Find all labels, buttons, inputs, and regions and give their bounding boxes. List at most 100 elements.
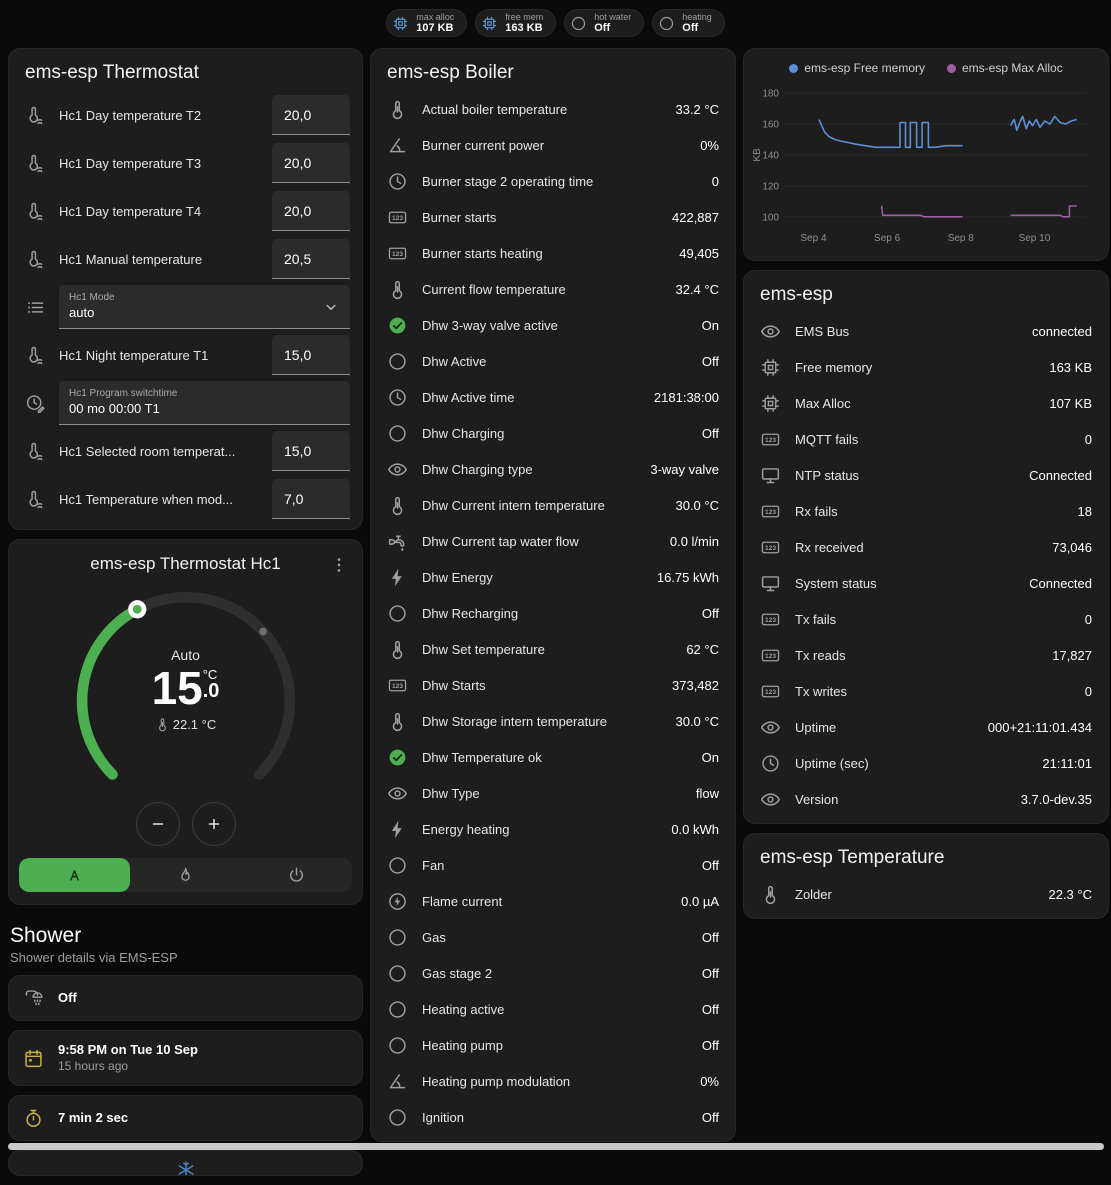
badge-value: 107 KB: [416, 22, 454, 35]
temperature-rows: Zolder 22.3 °C: [744, 876, 1108, 912]
entity-row[interactable]: Dhw Active Off: [371, 343, 735, 379]
number-input[interactable]: 20,0: [272, 191, 350, 231]
number-input[interactable]: 20,0: [272, 95, 350, 135]
number-input[interactable]: 20,0: [272, 143, 350, 183]
entity-label: NTP status: [795, 468, 1015, 483]
entity-row[interactable]: Dhw Energy 16.75 kWh: [371, 559, 735, 595]
clock-edit-icon: [25, 393, 46, 414]
entity-row: Hc1 Manual temperature 20,5: [9, 235, 362, 283]
entity-row[interactable]: Burner stage 2 operating time 0: [371, 163, 735, 199]
entity-row[interactable]: Actual boiler temperature 33.2 °C: [371, 91, 735, 127]
entity-label: Dhw Active: [422, 354, 688, 369]
entity-label: Hc1 Temperature when mod...: [59, 492, 259, 507]
plus-icon: [205, 815, 223, 833]
entity-row[interactable]: Rx fails 18: [744, 493, 1108, 529]
entity-row[interactable]: Dhw Charging type 3-way valve: [371, 451, 735, 487]
entity-row[interactable]: Dhw Current tap water flow 0.0 l/min: [371, 523, 735, 559]
entity-row[interactable]: Rx received 73,046: [744, 529, 1108, 565]
header-badge-max-alloc[interactable]: max alloc 107 KB: [386, 9, 467, 37]
counter-icon: [760, 501, 781, 522]
entity-row[interactable]: Uptime 000+21:11:01.434: [744, 709, 1108, 745]
entity-row[interactable]: Gas Off: [371, 919, 735, 955]
legend-item[interactable]: ems-esp Max Alloc: [947, 61, 1063, 75]
entity-row[interactable]: Version 3.7.0-dev.35: [744, 781, 1108, 817]
number-input[interactable]: 20,5: [272, 239, 350, 279]
entity-row[interactable]: Energy heating 0.0 kWh: [371, 811, 735, 847]
faucet-icon: [387, 531, 408, 552]
text-input[interactable]: Hc1 Program switchtime 00 mo 00:00 T1: [59, 381, 350, 425]
entity-row[interactable]: Burner starts heating 49,405: [371, 235, 735, 271]
decrease-temperature-button[interactable]: [136, 802, 180, 846]
entity-value: 373,482: [672, 678, 719, 693]
number-input[interactable]: 15,0: [272, 431, 350, 471]
cold-water-card[interactable]: [8, 1150, 363, 1176]
entity-row[interactable]: Dhw 3-way valve active On: [371, 307, 735, 343]
entity-row[interactable]: Dhw Starts 373,482: [371, 667, 735, 703]
number-input[interactable]: 15,0: [272, 335, 350, 375]
entity-row[interactable]: Flame current 0.0 µA: [371, 883, 735, 919]
entity-row[interactable]: Free memory 163 KB: [744, 349, 1108, 385]
entity-row[interactable]: System status Connected: [744, 565, 1108, 601]
horizontal-scrollbar[interactable]: [8, 1143, 1104, 1150]
entity-value: 0.0 l/min: [670, 534, 719, 549]
entity-value: 49,405: [679, 246, 719, 261]
chart-legend: ems-esp Free memory ems-esp Max Alloc: [744, 49, 1108, 77]
column-right: ems-esp Free memory ems-esp Max Alloc KB…: [743, 48, 1109, 928]
entity-row[interactable]: EMS Bus connected: [744, 313, 1108, 349]
header-badge-heating[interactable]: heating Off: [652, 9, 725, 37]
entity-row[interactable]: Zolder 22.3 °C: [744, 876, 1108, 912]
entity-label: Hc1 Manual temperature: [59, 252, 259, 267]
entity-row[interactable]: Heating active Off: [371, 991, 735, 1027]
entity-row[interactable]: Heating pump modulation 0%: [371, 1063, 735, 1099]
entity-row[interactable]: Max Alloc 107 KB: [744, 385, 1108, 421]
legend-item[interactable]: ems-esp Free memory: [789, 61, 925, 75]
entity-row[interactable]: Dhw Recharging Off: [371, 595, 735, 631]
header-badge-hot-water[interactable]: hot water Off: [564, 9, 644, 37]
entity-row[interactable]: Dhw Temperature ok On: [371, 739, 735, 775]
hvac-mode-button-power[interactable]: [241, 858, 352, 892]
card-menu-button[interactable]: [326, 552, 352, 578]
entity-row[interactable]: Dhw Type flow: [371, 775, 735, 811]
entity-row[interactable]: Dhw Current intern temperature 30.0 °C: [371, 487, 735, 523]
entity-row[interactable]: Tx writes 0: [744, 673, 1108, 709]
entity-row[interactable]: Current flow temperature 32.4 °C: [371, 271, 735, 307]
entity-row[interactable]: Tx reads 17,827: [744, 637, 1108, 673]
header-badge-free-mem[interactable]: free mem 163 KB: [475, 9, 556, 37]
shower-tile[interactable]: 9:58 PM on Tue 10 Sep 15 hours ago: [8, 1030, 363, 1086]
entity-row[interactable]: Fan Off: [371, 847, 735, 883]
entity-label: Dhw Starts: [422, 678, 658, 693]
entity-label: Tx reads: [795, 648, 1038, 663]
entity-value: Off: [702, 1110, 719, 1125]
hvac-mode-button-auto[interactable]: [19, 858, 130, 892]
entity-row[interactable]: Tx fails 0: [744, 601, 1108, 637]
hvac-mode-buttons: [19, 858, 352, 892]
entity-row[interactable]: Burner starts 422,887: [371, 199, 735, 235]
entity-row[interactable]: Heating pump Off: [371, 1027, 735, 1063]
entity-label: Dhw 3-way valve active: [422, 318, 688, 333]
shower-tile[interactable]: 7 min 2 sec: [8, 1095, 363, 1141]
badge-value: 163 KB: [505, 22, 543, 35]
entity-row[interactable]: Dhw Set temperature 62 °C: [371, 631, 735, 667]
entity-row[interactable]: Burner current power 0%: [371, 127, 735, 163]
entity-row[interactable]: Gas stage 2 Off: [371, 955, 735, 991]
entity-row[interactable]: Uptime (sec) 21:11:01: [744, 745, 1108, 781]
entity-row[interactable]: Dhw Storage intern temperature 30.0 °C: [371, 703, 735, 739]
entity-row[interactable]: Ignition Off: [371, 1099, 735, 1135]
number-input[interactable]: 7,0: [272, 479, 350, 519]
entity-row[interactable]: MQTT fails 0: [744, 421, 1108, 457]
entity-row[interactable]: Dhw Charging Off: [371, 415, 735, 451]
shower-tile[interactable]: Off: [8, 975, 363, 1021]
entity-row: Hc1 Selected room temperat... 15,0: [9, 427, 362, 475]
mode-select[interactable]: Hc1 Mode auto: [59, 285, 350, 329]
svg-text:160: 160: [762, 120, 779, 131]
chip-icon: [760, 357, 781, 378]
thermostat-dial[interactable]: Auto 15 °C .0 22.1 °C: [61, 576, 311, 802]
increase-temperature-button[interactable]: [192, 802, 236, 846]
hvac-mode-button-flame[interactable]: [130, 858, 241, 892]
circle-icon: [387, 1035, 408, 1056]
entity-row[interactable]: NTP status Connected: [744, 457, 1108, 493]
eye-icon: [387, 783, 408, 804]
entity-label: Dhw Current intern temperature: [422, 498, 661, 513]
chip-icon: [481, 15, 498, 32]
entity-row[interactable]: Dhw Active time 2181:38:00: [371, 379, 735, 415]
